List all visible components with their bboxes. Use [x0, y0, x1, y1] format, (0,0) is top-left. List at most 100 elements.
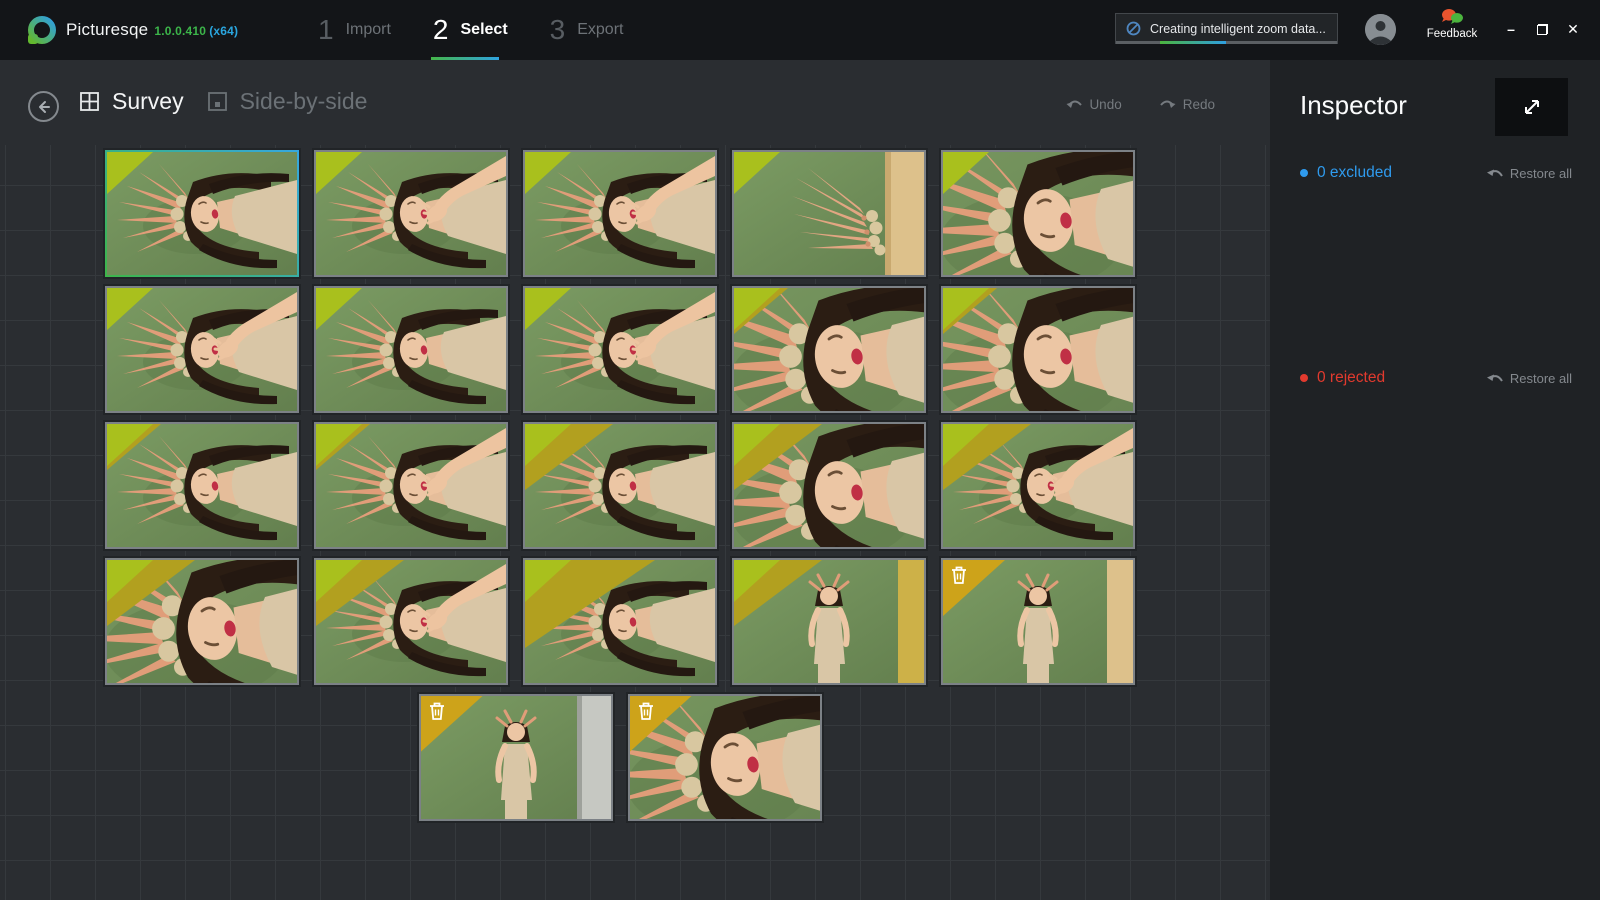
select-workspace: Survey Side-by-side Undo Redo: [0, 60, 1270, 900]
restore-all-label: Restore all: [1509, 165, 1572, 181]
step-import[interactable]: 1 Import: [318, 0, 391, 60]
restore-button[interactable]: [1533, 20, 1551, 38]
inspector-title: Inspector: [1300, 90, 1407, 120]
minimize-button[interactable]: –: [1502, 20, 1520, 38]
person-icon: [1365, 14, 1396, 45]
undo-arrow-icon: [1066, 100, 1083, 108]
restore-all-rejected-button[interactable]: Restore all: [1486, 371, 1572, 386]
view-toolbar: Survey Side-by-side Undo Redo: [0, 60, 1270, 145]
view-mode-switch: Survey Side-by-side: [80, 88, 367, 115]
photo-image: [316, 288, 506, 411]
app-name: Picturesqe: [66, 20, 149, 39]
step-import-label: Import: [345, 21, 391, 38]
expand-diagonal-icon: [1524, 100, 1539, 114]
view-mode-side-by-side[interactable]: Side-by-side: [207, 88, 368, 115]
step-select-label: Select: [460, 21, 508, 38]
trash-icon: [638, 702, 653, 720]
photo-image: [107, 152, 297, 275]
thumbnail-row: [105, 150, 1135, 277]
step-export-number: 3: [549, 14, 566, 45]
photo-image: [316, 152, 506, 275]
photo-image: [734, 152, 924, 275]
photo-thumbnail[interactable]: [105, 558, 299, 685]
photo-thumbnail[interactable]: [523, 150, 717, 277]
photo-thumbnail[interactable]: [105, 150, 299, 277]
excluded-dot-icon: [1300, 169, 1308, 177]
photo-thumbnail[interactable]: [732, 422, 926, 549]
step-export[interactable]: 3 Export: [550, 0, 624, 60]
app-title: Picturesqe 1.0.0.410 (x64): [66, 20, 238, 40]
restore-icon: [1536, 23, 1548, 35]
excluded-label: 0 excluded: [1317, 164, 1392, 181]
active-step-underline: [430, 57, 499, 60]
photo-thumbnail[interactable]: [941, 422, 1135, 549]
restore-arrow-icon: [1486, 169, 1503, 177]
redo-arrow-icon: [1159, 100, 1176, 108]
inspector-panel: Inspector 0 excluded Restore all 0 rejec…: [1270, 60, 1600, 900]
feedback-label: Feedback: [1426, 28, 1478, 40]
photo-image: [107, 288, 297, 411]
photo-image: [943, 152, 1133, 275]
close-button[interactable]: ✕: [1564, 20, 1582, 38]
app-arch: (x64): [209, 24, 239, 38]
photo-thumbnail[interactable]: [418, 694, 613, 821]
side-by-side-view-icon: [207, 92, 227, 111]
app-version: 1.0.0.410: [154, 24, 207, 38]
view-mode-survey[interactable]: Survey: [80, 88, 184, 115]
thumbnail-row: [105, 694, 1135, 821]
excluded-count: 0 excluded: [1300, 164, 1392, 182]
photo-thumbnail[interactable]: [941, 286, 1135, 413]
undo-label: Undo: [1089, 97, 1122, 112]
photo-thumbnail[interactable]: [941, 150, 1135, 277]
photo-thumbnail[interactable]: [523, 422, 717, 549]
trash-icon: [952, 566, 966, 584]
status-progress-bar: [1116, 41, 1337, 44]
photo-thumbnail[interactable]: [314, 558, 508, 685]
thumbnail-row: [105, 558, 1135, 685]
thumbnail-row: [105, 422, 1135, 549]
photo-thumbnail[interactable]: [732, 150, 926, 277]
restore-all-excluded-button[interactable]: Restore all: [1486, 166, 1572, 181]
photo-thumbnail[interactable]: [105, 286, 299, 413]
photo-thumbnail[interactable]: [314, 422, 508, 549]
arrow-left-icon: [39, 100, 50, 113]
photo-thumbnail[interactable]: [732, 286, 926, 413]
photo-thumbnail[interactable]: [941, 558, 1135, 685]
redo-button[interactable]: Redo: [1159, 97, 1215, 112]
step-export-label: Export: [577, 21, 624, 38]
undo-button[interactable]: Undo: [1066, 97, 1122, 112]
rejected-count: 0 rejected: [1300, 369, 1385, 387]
window-controls: – ✕: [1502, 20, 1582, 38]
title-bar: Picturesqe 1.0.0.410 (x64) 1 Import 2 Sele…: [0, 0, 1600, 60]
grid-view-icon: [80, 92, 99, 111]
photo-thumbnail[interactable]: [523, 286, 717, 413]
photo-thumbnail[interactable]: [105, 422, 299, 549]
photo-thumbnail[interactable]: [314, 150, 508, 277]
step-select[interactable]: 2 Select: [430, 0, 508, 60]
app-logo-icon: [28, 16, 56, 44]
restore-arrow-icon: [1486, 374, 1503, 382]
status-progress-fill: [1160, 41, 1227, 44]
side-by-side-label: Side-by-side: [239, 88, 368, 114]
progress-spinner-icon: [1126, 21, 1141, 36]
feedback-bubbles-icon: [1442, 9, 1463, 24]
inspector-expand-button[interactable]: [1495, 78, 1568, 136]
back-button[interactable]: [28, 91, 59, 122]
background-task-status: Creating intelligent zoom data...: [1115, 13, 1338, 44]
restore-all-label: Restore all: [1509, 370, 1572, 386]
photo-thumbnail[interactable]: [732, 558, 926, 685]
feedback-button[interactable]: Feedback: [1424, 8, 1480, 40]
step-import-number: 1: [318, 14, 334, 45]
rejected-dot-icon: [1300, 374, 1308, 382]
user-avatar[interactable]: [1365, 14, 1396, 45]
wizard-steps: 1 Import 2 Select 3 Export: [318, 0, 623, 60]
photo-thumbnail[interactable]: [523, 558, 717, 685]
undo-redo-group: Undo Redo: [1066, 97, 1215, 112]
photo-thumbnail[interactable]: [314, 286, 508, 413]
photo-image: [525, 288, 715, 411]
thumbnail-row: [105, 286, 1135, 413]
redo-label: Redo: [1182, 97, 1215, 112]
photo-grid: [0, 145, 1270, 900]
status-message: Creating intelligent zoom data...: [1150, 21, 1326, 36]
photo-thumbnail[interactable]: [627, 694, 822, 821]
